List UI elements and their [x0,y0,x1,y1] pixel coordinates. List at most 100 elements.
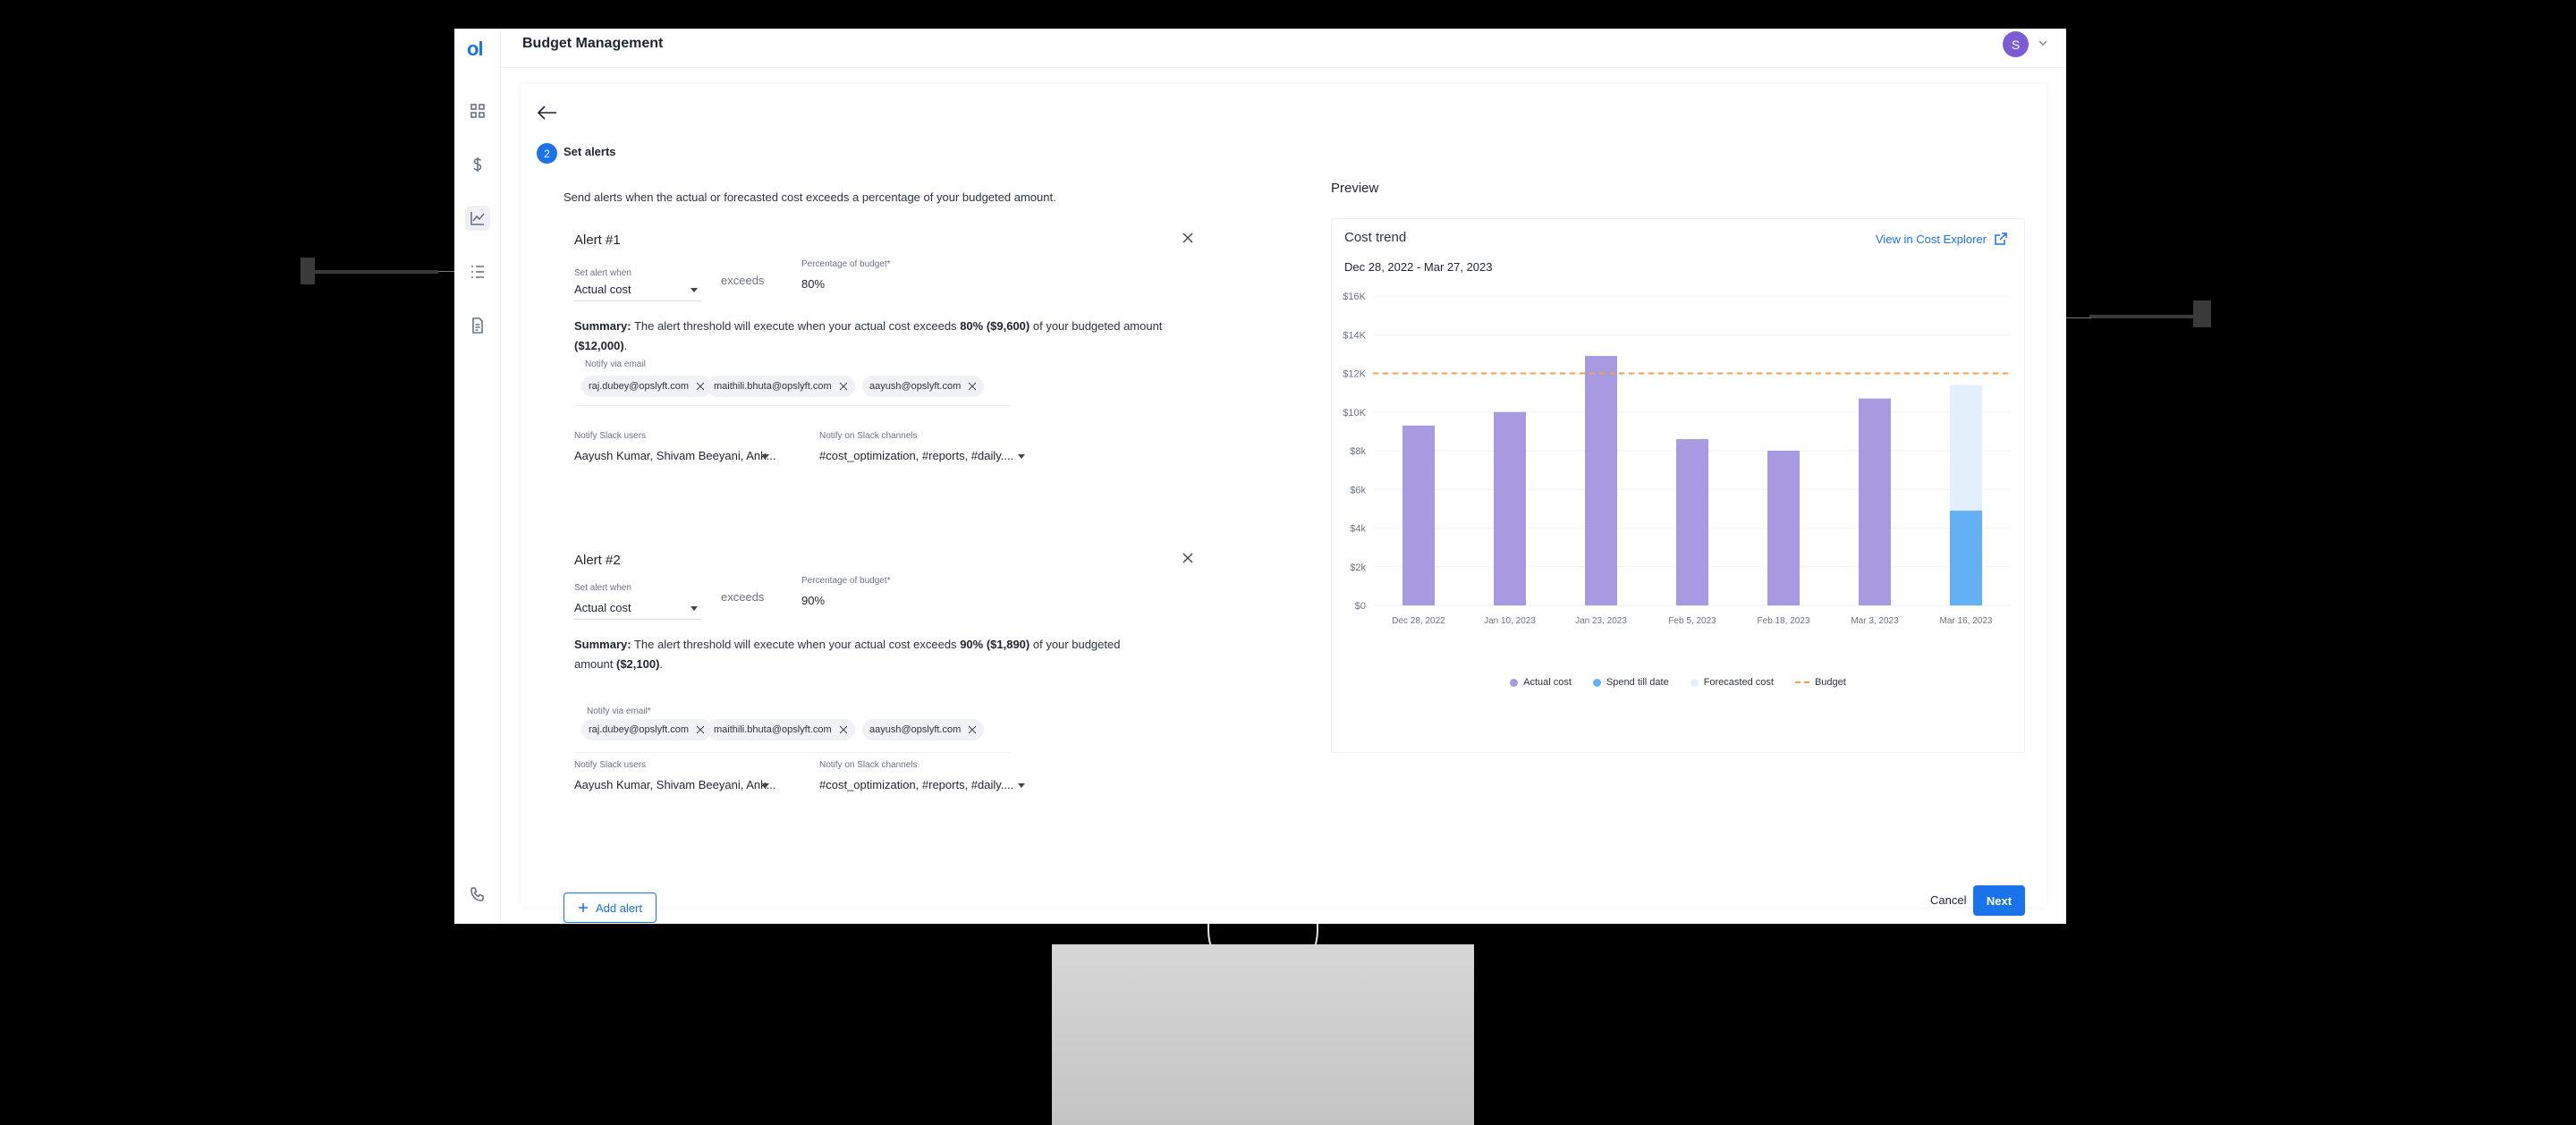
cost-trend-card: Cost trend View in Cost Explorer Dec 28,… [1331,218,2025,753]
summary-amount: ($12,000) [574,339,624,352]
set-alert-label: Set alert when [574,268,631,278]
actual-cost-bar [1767,451,1800,605]
legend-budget: Budget [1794,677,1846,688]
add-alert-label: Add alert [595,901,643,915]
chevron-down-icon[interactable] [2038,38,2048,48]
summary-percent: 90% ($1,890) [960,638,1030,651]
email-chip-text: raj.dubey@opslyft.com [589,381,690,392]
set-alert-select[interactable]: Actual cost [574,601,631,614]
actual-cost-bar [1494,411,1526,605]
email-chip-text: aayush@opslyft.com [869,724,962,735]
email-field[interactable]: Notify via email* raj.dubey@opslyft.com … [574,706,1011,753]
select-underline [574,619,701,620]
avatar[interactable]: S [2003,31,2029,57]
legend-spend-till-date: Spend till date [1592,677,1669,688]
y-tick-label: $2k [1350,562,1366,573]
dollar-icon[interactable] [465,152,490,177]
dropdown-caret-icon[interactable] [1018,783,1025,788]
remove-chip-icon[interactable] [839,725,848,734]
legend-budget-marker [1794,681,1809,683]
remove-chip-icon[interactable] [839,382,848,391]
view-in-cost-explorer-link[interactable]: View in Cost Explorer [1876,232,2008,246]
alert-2: Alert #2 Set alert when Actual cost exce… [564,553,1225,839]
email-field[interactable]: Notify via email raj.dubey@opslyft.com m… [574,359,1011,406]
y-tick-label: $12K [1343,369,1366,380]
dropdown-caret-icon[interactable] [691,606,698,611]
set-alert-select[interactable]: Actual cost [574,283,631,296]
slack-channels-select[interactable]: #cost_optimization, #reports, #daily.... [819,449,1013,462]
alert-summary: Summary: The alert threshold will execut… [574,317,1218,356]
slack-users-select[interactable]: Aayush Kumar, Shivam Beeyani, Ank... [574,449,775,462]
app-logo[interactable]: ol [467,38,484,61]
slack-users-label: Notify Slack users [574,760,647,770]
slack-channels-label: Notify on Slack channels [819,760,918,770]
chart-title: Cost trend [1344,230,1407,245]
summary-text-2: of your budgeted amount [1032,319,1163,333]
remove-chip-icon[interactable] [968,725,977,734]
slack-users-select[interactable]: Aayush Kumar, Shivam Beeyani, Ank... [574,778,775,791]
slack-users-label: Notify Slack users [574,431,647,441]
legend-forecasted-cost-label: Forecasted cost [1703,677,1774,688]
alert-title: Alert #2 [574,553,621,568]
x-tick-label: Feb 5, 2023 [1668,616,1716,626]
intro-text: Send alerts when the actual or forecaste… [564,190,1056,204]
remove-chip-icon[interactable] [696,382,705,391]
dropdown-caret-icon[interactable] [691,288,698,292]
exceeds-text: exceeds [721,590,765,604]
forecasted-cost-bar [1950,385,1982,512]
email-chip-text: raj.dubey@opslyft.com [589,724,690,735]
phone-icon[interactable] [465,882,490,907]
legend-forecasted-cost-marker [1690,678,1699,687]
right-pointer-handle [2193,300,2211,327]
close-icon[interactable] [1181,231,1195,245]
summary-end: . [623,339,628,352]
dropdown-caret-icon[interactable] [1018,454,1025,459]
x-tick-label: Mar 16, 2023 [1940,616,1993,626]
legend-forecasted-cost: Forecasted cost [1690,677,1774,688]
legend-spend-till-date-label: Spend till date [1606,677,1669,688]
slack-channels-label: Notify on Slack channels [819,431,918,441]
external-link-icon[interactable] [1994,232,2008,246]
dropdown-caret-icon[interactable] [762,454,769,459]
legend-actual-cost-marker [1510,678,1519,687]
back-arrow-icon[interactable] [537,104,558,122]
date-range: Dec 28, 2022 - Mar 27, 2023 [1344,260,1493,274]
actual-cost-bar [1585,356,1617,605]
add-alert-button[interactable]: Add alert [564,892,657,923]
actual-cost-bar [1859,398,1891,605]
list-icon[interactable] [465,259,490,284]
right-pointer-line [2089,315,2197,318]
step-badge: 2 [537,143,557,164]
summary-text: The alert threshold will execute when yo… [633,638,957,651]
percentage-input[interactable]: 90% [801,594,825,607]
chart-icon[interactable] [465,206,490,231]
remove-chip-icon[interactable] [968,382,977,391]
slack-channels-select[interactable]: #cost_optimization, #reports, #daily.... [819,778,1013,791]
legend-spend-till-date-marker [1592,678,1601,687]
percentage-input[interactable]: 80% [801,277,825,291]
y-tick-label: $4k [1350,524,1366,535]
percentage-label: Percentage of budget* [801,259,891,269]
y-tick-label: $16K [1343,292,1366,302]
email-chip: raj.dubey@opslyft.com [581,719,713,740]
y-tick-label: $6k [1350,485,1366,495]
document-icon[interactable] [465,313,490,338]
close-icon[interactable] [1181,551,1195,565]
next-button[interactable]: Next [1973,885,2025,916]
dropdown-caret-icon[interactable] [762,783,769,788]
dashboard-icon[interactable] [465,98,490,123]
y-tick-label: $10K [1343,408,1366,419]
x-tick-label: Feb 18, 2023 [1758,616,1810,626]
step-title: Set alerts [564,145,616,158]
monitor-stand [1052,944,1474,1125]
spend-till-date-bar [1950,511,1982,605]
cost-trend-chart: $0 $2k $4k $6k $8k $10K $12K $14K $16K Dec 28, 20… [1343,292,2012,626]
y-tick-label: $14K [1343,330,1366,341]
remove-chip-icon[interactable] [696,725,705,734]
explorer-link-text[interactable]: View in Cost Explorer [1876,233,1987,246]
cancel-button[interactable]: Cancel [1930,893,1966,907]
summary-percent: 80% ($9,600) [960,319,1030,333]
email-chip: maithili.bhuta@opslyft.com [707,719,855,740]
legend-budget-label: Budget [1814,677,1846,688]
summary-end: . [659,657,664,671]
